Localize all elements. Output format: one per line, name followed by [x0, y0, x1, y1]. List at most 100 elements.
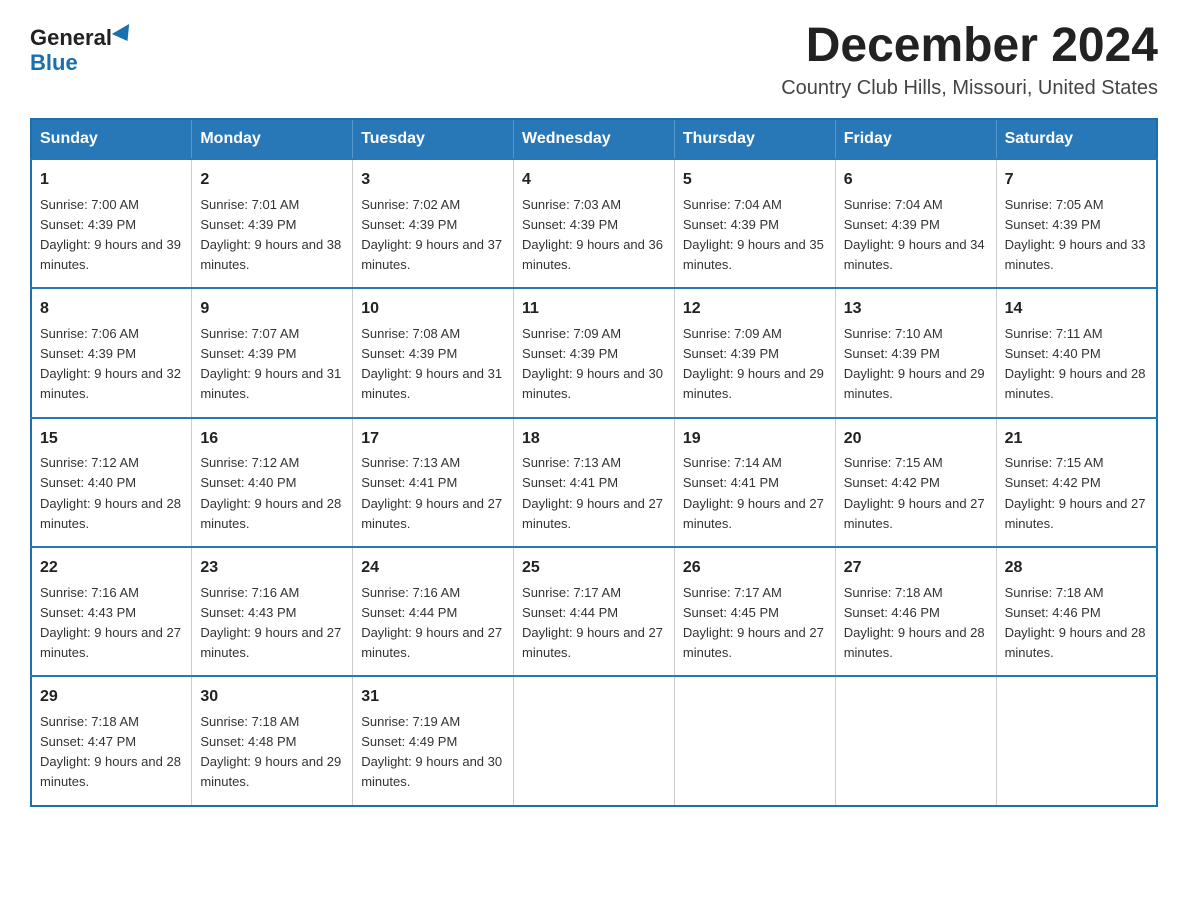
calendar-table: Sunday Monday Tuesday Wednesday Thursday… [30, 118, 1158, 807]
title-block: December 2024 Country Club Hills, Missou… [781, 20, 1158, 100]
table-row: 3 Sunrise: 7:02 AMSunset: 4:39 PMDayligh… [353, 159, 514, 288]
day-info: Sunrise: 7:18 AMSunset: 4:46 PMDaylight:… [1005, 585, 1146, 660]
table-row: 25 Sunrise: 7:17 AMSunset: 4:44 PMDaylig… [514, 547, 675, 676]
calendar-header-row: Sunday Monday Tuesday Wednesday Thursday… [31, 119, 1157, 159]
day-info: Sunrise: 7:17 AMSunset: 4:44 PMDaylight:… [522, 585, 663, 660]
day-number: 21 [1005, 427, 1148, 452]
day-info: Sunrise: 7:14 AMSunset: 4:41 PMDaylight:… [683, 455, 824, 530]
col-sunday: Sunday [31, 119, 192, 159]
day-info: Sunrise: 7:06 AMSunset: 4:39 PMDaylight:… [40, 326, 181, 401]
table-row: 19 Sunrise: 7:14 AMSunset: 4:41 PMDaylig… [674, 418, 835, 547]
day-info: Sunrise: 7:11 AMSunset: 4:40 PMDaylight:… [1005, 326, 1146, 401]
day-info: Sunrise: 7:08 AMSunset: 4:39 PMDaylight:… [361, 326, 502, 401]
day-number: 25 [522, 556, 666, 581]
day-number: 15 [40, 427, 183, 452]
day-info: Sunrise: 7:09 AMSunset: 4:39 PMDaylight:… [522, 326, 663, 401]
day-number: 24 [361, 556, 505, 581]
day-number: 19 [683, 427, 827, 452]
day-info: Sunrise: 7:18 AMSunset: 4:46 PMDaylight:… [844, 585, 985, 660]
table-row: 4 Sunrise: 7:03 AMSunset: 4:39 PMDayligh… [514, 159, 675, 288]
day-number: 8 [40, 297, 183, 322]
day-info: Sunrise: 7:16 AMSunset: 4:44 PMDaylight:… [361, 585, 502, 660]
day-info: Sunrise: 7:03 AMSunset: 4:39 PMDaylight:… [522, 197, 663, 272]
day-info: Sunrise: 7:19 AMSunset: 4:49 PMDaylight:… [361, 714, 502, 789]
day-number: 10 [361, 297, 505, 322]
table-row: 6 Sunrise: 7:04 AMSunset: 4:39 PMDayligh… [835, 159, 996, 288]
calendar-week-row: 22 Sunrise: 7:16 AMSunset: 4:43 PMDaylig… [31, 547, 1157, 676]
day-info: Sunrise: 7:17 AMSunset: 4:45 PMDaylight:… [683, 585, 824, 660]
day-info: Sunrise: 7:12 AMSunset: 4:40 PMDaylight:… [40, 455, 181, 530]
day-number: 22 [40, 556, 183, 581]
table-row: 17 Sunrise: 7:13 AMSunset: 4:41 PMDaylig… [353, 418, 514, 547]
col-tuesday: Tuesday [353, 119, 514, 159]
table-row: 11 Sunrise: 7:09 AMSunset: 4:39 PMDaylig… [514, 288, 675, 417]
day-info: Sunrise: 7:01 AMSunset: 4:39 PMDaylight:… [200, 197, 341, 272]
day-number: 5 [683, 168, 827, 193]
day-number: 13 [844, 297, 988, 322]
table-row: 15 Sunrise: 7:12 AMSunset: 4:40 PMDaylig… [31, 418, 192, 547]
table-row: 1 Sunrise: 7:00 AMSunset: 4:39 PMDayligh… [31, 159, 192, 288]
day-info: Sunrise: 7:13 AMSunset: 4:41 PMDaylight:… [361, 455, 502, 530]
day-number: 26 [683, 556, 827, 581]
day-number: 16 [200, 427, 344, 452]
table-row: 10 Sunrise: 7:08 AMSunset: 4:39 PMDaylig… [353, 288, 514, 417]
day-info: Sunrise: 7:04 AMSunset: 4:39 PMDaylight:… [844, 197, 985, 272]
table-row [996, 676, 1157, 805]
col-friday: Friday [835, 119, 996, 159]
logo: General Blue [30, 20, 134, 76]
day-number: 11 [522, 297, 666, 322]
day-info: Sunrise: 7:12 AMSunset: 4:40 PMDaylight:… [200, 455, 341, 530]
col-saturday: Saturday [996, 119, 1157, 159]
day-number: 7 [1005, 168, 1148, 193]
logo-blue: Blue [30, 50, 78, 76]
table-row: 21 Sunrise: 7:15 AMSunset: 4:42 PMDaylig… [996, 418, 1157, 547]
day-info: Sunrise: 7:05 AMSunset: 4:39 PMDaylight:… [1005, 197, 1146, 272]
day-number: 3 [361, 168, 505, 193]
day-number: 17 [361, 427, 505, 452]
col-monday: Monday [192, 119, 353, 159]
day-info: Sunrise: 7:16 AMSunset: 4:43 PMDaylight:… [40, 585, 181, 660]
table-row: 18 Sunrise: 7:13 AMSunset: 4:41 PMDaylig… [514, 418, 675, 547]
day-number: 1 [40, 168, 183, 193]
table-row: 27 Sunrise: 7:18 AMSunset: 4:46 PMDaylig… [835, 547, 996, 676]
table-row: 14 Sunrise: 7:11 AMSunset: 4:40 PMDaylig… [996, 288, 1157, 417]
day-info: Sunrise: 7:13 AMSunset: 4:41 PMDaylight:… [522, 455, 663, 530]
logo-triangle-icon [112, 24, 136, 46]
day-number: 28 [1005, 556, 1148, 581]
month-title: December 2024 [781, 20, 1158, 73]
table-row: 24 Sunrise: 7:16 AMSunset: 4:44 PMDaylig… [353, 547, 514, 676]
day-number: 18 [522, 427, 666, 452]
day-number: 14 [1005, 297, 1148, 322]
day-number: 20 [844, 427, 988, 452]
day-number: 29 [40, 685, 183, 710]
table-row: 12 Sunrise: 7:09 AMSunset: 4:39 PMDaylig… [674, 288, 835, 417]
day-info: Sunrise: 7:07 AMSunset: 4:39 PMDaylight:… [200, 326, 341, 401]
col-thursday: Thursday [674, 119, 835, 159]
day-number: 9 [200, 297, 344, 322]
calendar-week-row: 15 Sunrise: 7:12 AMSunset: 4:40 PMDaylig… [31, 418, 1157, 547]
day-info: Sunrise: 7:15 AMSunset: 4:42 PMDaylight:… [844, 455, 985, 530]
day-info: Sunrise: 7:04 AMSunset: 4:39 PMDaylight:… [683, 197, 824, 272]
table-row [674, 676, 835, 805]
logo-general: General [30, 26, 112, 50]
table-row: 5 Sunrise: 7:04 AMSunset: 4:39 PMDayligh… [674, 159, 835, 288]
day-number: 6 [844, 168, 988, 193]
table-row [835, 676, 996, 805]
day-number: 12 [683, 297, 827, 322]
day-info: Sunrise: 7:10 AMSunset: 4:39 PMDaylight:… [844, 326, 985, 401]
table-row [514, 676, 675, 805]
day-info: Sunrise: 7:16 AMSunset: 4:43 PMDaylight:… [200, 585, 341, 660]
col-wednesday: Wednesday [514, 119, 675, 159]
day-number: 27 [844, 556, 988, 581]
table-row: 13 Sunrise: 7:10 AMSunset: 4:39 PMDaylig… [835, 288, 996, 417]
day-info: Sunrise: 7:09 AMSunset: 4:39 PMDaylight:… [683, 326, 824, 401]
day-info: Sunrise: 7:00 AMSunset: 4:39 PMDaylight:… [40, 197, 181, 272]
table-row: 28 Sunrise: 7:18 AMSunset: 4:46 PMDaylig… [996, 547, 1157, 676]
table-row: 16 Sunrise: 7:12 AMSunset: 4:40 PMDaylig… [192, 418, 353, 547]
table-row: 29 Sunrise: 7:18 AMSunset: 4:47 PMDaylig… [31, 676, 192, 805]
table-row: 22 Sunrise: 7:16 AMSunset: 4:43 PMDaylig… [31, 547, 192, 676]
day-number: 31 [361, 685, 505, 710]
calendar-week-row: 8 Sunrise: 7:06 AMSunset: 4:39 PMDayligh… [31, 288, 1157, 417]
location-subtitle: Country Club Hills, Missouri, United Sta… [781, 77, 1158, 100]
table-row: 30 Sunrise: 7:18 AMSunset: 4:48 PMDaylig… [192, 676, 353, 805]
